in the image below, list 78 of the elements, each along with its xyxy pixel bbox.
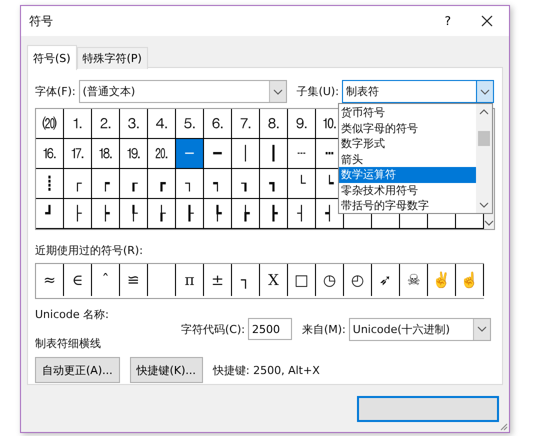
char-code-field[interactable]: 2500	[248, 318, 292, 340]
symbol-cell[interactable]: ≈	[36, 264, 64, 296]
symbol-cell[interactable]: ⒚	[120, 139, 148, 169]
symbol-cell[interactable]: ┢	[232, 199, 260, 229]
symbol-cell[interactable]: ┐	[176, 169, 204, 199]
subset-dropdown[interactable]: 制表符	[342, 80, 494, 103]
close-icon[interactable]	[481, 15, 493, 27]
symbol-cell[interactable]: ┑	[204, 169, 232, 199]
symbol-cell[interactable]: ⒎	[232, 109, 260, 139]
symbol-cell[interactable]: ±	[204, 264, 232, 296]
scroll-down-icon[interactable]	[479, 202, 489, 208]
symbol-cell[interactable]: │	[232, 139, 260, 169]
symbol-cell[interactable]: ⒊	[120, 109, 148, 139]
symbol-cell[interactable]: ┠	[176, 199, 204, 229]
scroll-down-icon[interactable]	[484, 220, 494, 226]
symbol-cell[interactable]: ┣	[260, 199, 288, 229]
symbol-cell[interactable]: ⒏	[260, 109, 288, 139]
symbol-cell[interactable]: ━	[204, 139, 232, 169]
window-title: 符号	[29, 12, 54, 30]
symbol-cell[interactable]: ┐	[232, 264, 260, 296]
symbol-cell[interactable]: ⒍	[204, 109, 232, 139]
symbol-cell[interactable]: ┏	[148, 169, 176, 199]
symbol-cell[interactable]: ┤	[288, 199, 316, 229]
symbol-cell[interactable]: ┋	[36, 169, 64, 199]
shortcut-text: 快捷键: 2500, Alt+X	[212, 362, 320, 378]
tab[interactable]: 特殊字符(P)	[76, 47, 148, 69]
subset-label: 子集(U):	[296, 84, 339, 99]
symbol-cell[interactable]: ├	[64, 199, 92, 229]
symbol-cell[interactable]: ∈	[64, 264, 92, 296]
symbol-cell[interactable]: ◷	[316, 264, 344, 296]
list-option[interactable]: 数学运算符	[339, 167, 476, 182]
resize-grip-icon[interactable]	[500, 423, 508, 431]
symbol-cell[interactable]: ☠	[400, 264, 428, 296]
scroll-up-icon[interactable]	[479, 109, 489, 115]
symbol-cell[interactable]: ┡	[204, 199, 232, 229]
from-label: 来自(M):	[302, 322, 346, 336]
symbol-cell[interactable]: ┍	[92, 169, 120, 199]
tab[interactable]: 符号(S)	[27, 45, 77, 70]
symbol-cell[interactable]: ⒘	[64, 139, 92, 169]
symbol-cell[interactable]: ┒	[232, 169, 260, 199]
symbol-cell[interactable]: ┓	[260, 169, 288, 199]
symbol-cell[interactable]: ⒋	[148, 109, 176, 139]
char-code-label: 字符代码(C):	[181, 322, 245, 336]
symbol-cell[interactable]: ┞	[120, 199, 148, 229]
symbol-cell[interactable]: Χ	[260, 264, 288, 296]
symbol-cell[interactable]: ┟	[148, 199, 176, 229]
from-dropdown[interactable]: Unicode(十六进制)	[348, 318, 491, 340]
symbol-cell[interactable]: ⒙	[92, 139, 120, 169]
symbol-cell[interactable]: ≌	[120, 264, 148, 296]
symbol-cell[interactable]: ⒈	[64, 109, 92, 139]
symbol-cell[interactable]: └	[288, 169, 316, 199]
dialog-button[interactable]: 快捷键(K)...	[130, 357, 203, 383]
scrollbar[interactable]	[476, 104, 492, 213]
help-button[interactable]: ?	[442, 14, 453, 28]
symbol-cell[interactable]: ┛	[36, 199, 64, 229]
font-label: 字体(F):	[35, 84, 76, 99]
symbol-cell[interactable]: ┌	[64, 169, 92, 199]
symbol-cell[interactable]: ┄	[288, 139, 316, 169]
symbol-cell[interactable]: ⒇	[36, 109, 64, 139]
font-dropdown[interactable]: (普通文本)	[78, 80, 287, 103]
recent-symbols-label: 近期使用过的符号(R):	[35, 243, 144, 258]
symbol-cell[interactable]: ┎	[120, 169, 148, 199]
scroll-thumb[interactable]	[478, 131, 490, 146]
dialog-button[interactable]	[357, 396, 499, 422]
unicode-name-label: Unicode 名称:	[35, 307, 110, 322]
symbol-cell[interactable]: ─	[176, 139, 204, 169]
symbol-cell[interactable]: ⒐	[288, 109, 316, 139]
symbol-cell[interactable]: π	[176, 264, 204, 296]
symbol-cell[interactable]: ➶	[372, 264, 400, 296]
unicode-name-value: 制表符细横线	[35, 336, 102, 351]
symbol-cell[interactable]: □	[288, 264, 316, 296]
symbol-cell[interactable]: ┝	[92, 199, 120, 229]
symbol-cell[interactable]: ┃	[260, 139, 288, 169]
symbol-cell[interactable]: ⒉	[92, 109, 120, 139]
symbol-cell[interactable]: ˆ	[92, 264, 120, 296]
dialog-button[interactable]: 自动更正(A)...	[35, 357, 120, 383]
symbol-cell[interactable]: ◴	[344, 264, 372, 296]
symbol-cell[interactable]: ⒗	[36, 139, 64, 169]
